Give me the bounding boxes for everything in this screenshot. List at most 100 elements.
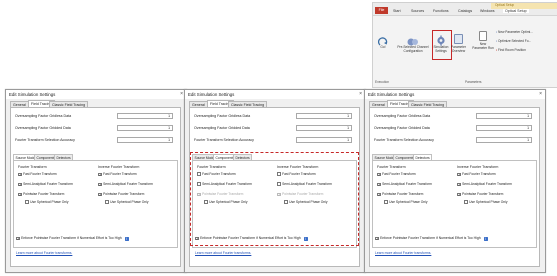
inverse-spherical-phase-checkbox[interactable]: Use Spherical Phase Only	[464, 200, 508, 205]
new-parameter-run-button[interactable]: New Parameter Run	[471, 42, 495, 50]
enforce-label: Enforce Pointwise Fourier Transform if N…	[380, 236, 481, 240]
info-icon[interactable]: i	[124, 236, 129, 241]
checkbox-unchecked	[105, 200, 109, 204]
ribbon-toolbar: Optical Setup File Start Sources Functio…	[372, 2, 557, 88]
checkbox-label: Use Spherical Phase Only	[110, 200, 149, 204]
fourier-transform-title: Fourier Transform	[18, 165, 47, 169]
ribbon-body: Go! Pre-Selected Channel Configuration S…	[373, 16, 557, 87]
inverse-semi-analytical-checkbox[interactable]: ✓Semi-Analytical Fourier Transform	[457, 182, 512, 187]
tab-optical-setup[interactable]: Optical Setup	[503, 9, 529, 13]
oversampling-gridless-label: Oversampling Factor Gridless Data	[194, 114, 251, 118]
checkbox-checked: ✓	[377, 172, 381, 177]
file-tab[interactable]: File	[375, 7, 388, 14]
oversampling-gridless-input[interactable]: 1	[476, 113, 532, 119]
inverse-fft-checkbox[interactable]: ✓Fast Fourier Transform	[98, 172, 137, 177]
fourier-accuracy-label: Fourier Transform Selection Accuracy	[374, 138, 434, 142]
checkbox-unchecked	[464, 200, 468, 204]
checkbox-label: Use Spherical Phase Only	[469, 200, 508, 204]
fourier-accuracy-input[interactable]: 1	[117, 137, 173, 143]
oversampling-gridded-input[interactable]: 1	[296, 125, 352, 131]
go-icon	[377, 34, 388, 46]
checkbox-label: Fast Fourier Transform	[462, 172, 496, 176]
oversampling-gridded-input[interactable]: 1	[117, 125, 173, 131]
inverse-spherical-phase-checkbox[interactable]: Use Spherical Phase Only	[105, 200, 149, 205]
checkbox-checked: ✓	[98, 192, 102, 197]
checkbox-unchecked	[25, 200, 29, 204]
checkbox-label: Use Spherical Phase Only	[389, 200, 428, 204]
fourier-options-panel: Fourier Transform Inverse Fourier Transf…	[13, 160, 178, 248]
new-parameter-optimization-item[interactable]: ▪ New Parameter Optimi...	[496, 30, 533, 34]
optimization-icon: ▪	[496, 30, 498, 34]
close-icon[interactable]: ×	[359, 90, 362, 99]
checkbox-checked: ✓	[18, 192, 22, 197]
learn-more-link[interactable]: Learn more about Fourier transforms.	[195, 251, 251, 255]
checkbox-label: Semi-Analytical Fourier Transform	[382, 182, 432, 186]
context-tab-label: Optical Setup	[495, 3, 515, 7]
new-parameter-optimization-label: New Parameter Optimi...	[498, 30, 533, 34]
info-icon[interactable]: i	[483, 236, 488, 241]
checkbox-label: Semi-Analytical Fourier Transform	[23, 182, 73, 186]
inverse-fft-checkbox[interactable]: ✓Fast Fourier Transform	[457, 172, 496, 177]
oversampling-gridded-label: Oversampling Factor Gridded Data	[15, 126, 71, 130]
checkbox-label: Semi-Analytical Fourier Transform	[103, 182, 153, 186]
tab-windows[interactable]: Windows	[480, 9, 495, 13]
learn-more-link[interactable]: Learn more about Fourier transforms.	[16, 251, 72, 255]
enforce-pointwise-checkbox[interactable]: ✓Enforce Pointwise Fourier Transform if …	[375, 236, 488, 241]
inverse-pointwise-checkbox[interactable]: ✓Pointwise Fourier Transform	[457, 192, 503, 197]
semi-analytical-checkbox[interactable]: ✓Semi-Analytical Fourier Transform	[377, 182, 432, 187]
checkbox-checked: ✓	[18, 182, 22, 187]
fft-checkbox[interactable]: ✓Fast Fourier Transform	[18, 172, 57, 177]
ribbon-tab-row: Optical Setup File Start Sources Functio…	[373, 3, 557, 16]
tab-catalogs[interactable]: Catalogs	[458, 9, 472, 13]
go-button[interactable]: Go!	[376, 45, 390, 49]
close-icon[interactable]: ×	[539, 90, 542, 99]
fourier-accuracy-input[interactable]: 1	[476, 137, 532, 143]
checkbox-label: Use Spherical Phase Only	[30, 200, 69, 204]
field-tracing-panel: Oversampling Factor Gridless Data 1 Over…	[369, 107, 540, 267]
checkbox-label: Pointwise Fourier Transform	[462, 192, 504, 196]
learn-more-link[interactable]: Learn more about Fourier transforms.	[375, 251, 431, 255]
close-icon[interactable]: ×	[180, 90, 183, 99]
settings-gear-icon	[436, 33, 446, 46]
oversampling-gridded-input[interactable]: 1	[476, 125, 532, 131]
checkbox-label: Pointwise Fourier Transform	[103, 192, 145, 196]
semi-analytical-checkbox[interactable]: ✓Semi-Analytical Fourier Transform	[18, 182, 73, 187]
find-room-position-item[interactable]: ▪ Find Room Position	[496, 48, 526, 52]
optimize-selected-item[interactable]: ▪ Optimize Selected Fo...	[496, 39, 531, 43]
oversampling-gridless-input[interactable]: 1	[296, 113, 352, 119]
pointwise-checkbox[interactable]: ✓Pointwise Fourier Transform	[377, 192, 423, 197]
tab-sources[interactable]: Sources	[411, 9, 424, 13]
dialog-title: Edit Simulation Settings	[185, 90, 365, 99]
edit-simulation-settings-dialog-1: Edit Simulation Settings × General Field…	[5, 89, 187, 273]
checkbox-label: Pointwise Fourier Transform	[23, 192, 65, 196]
fft-checkbox[interactable]: ✓Fast Fourier Transform	[377, 172, 416, 177]
inverse-pointwise-checkbox[interactable]: ✓Pointwise Fourier Transform	[98, 192, 144, 197]
spherical-phase-checkbox[interactable]: Use Spherical Phase Only	[384, 200, 428, 205]
group-label-execution: Execution	[375, 80, 389, 84]
oversampling-gridless-input[interactable]: 1	[117, 113, 173, 119]
checkbox-checked: ✓	[457, 172, 461, 177]
enforce-label: Enforce Pointwise Fourier Transform if N…	[21, 236, 122, 240]
inverse-fourier-title: Inverse Fourier Transform	[457, 165, 499, 169]
simulation-settings-button[interactable]: Simulation Settings	[433, 45, 449, 53]
enforce-pointwise-checkbox[interactable]: ✓Enforce Pointwise Fourier Transform if …	[16, 236, 129, 241]
fourier-accuracy-input[interactable]: 1	[296, 137, 352, 143]
pointwise-checkbox[interactable]: ✓Pointwise Fourier Transform	[18, 192, 64, 197]
parameter-overview-button[interactable]: Parameter Overview	[450, 45, 467, 53]
field-tracing-panel: Oversampling Factor Gridless Data 1 Over…	[10, 107, 181, 267]
components-highlight-box	[190, 152, 359, 246]
spherical-phase-checkbox[interactable]: Use Spherical Phase Only	[25, 200, 69, 205]
fourier-transform-title: Fourier Transform	[377, 165, 406, 169]
checkbox-checked: ✓	[18, 172, 22, 177]
checkbox-label: Fast Fourier Transform	[23, 172, 57, 176]
channel-configuration-icon	[407, 34, 419, 46]
checkbox-checked: ✓	[98, 172, 102, 177]
oversampling-gridless-label: Oversampling Factor Gridless Data	[374, 114, 431, 118]
tab-start[interactable]: Start	[393, 9, 401, 13]
preselected-channel-configuration-button[interactable]: Pre-Selected Channel Configuration	[393, 45, 433, 53]
inverse-semi-analytical-checkbox[interactable]: ✓Semi-Analytical Fourier Transform	[98, 182, 153, 187]
edit-simulation-settings-dialog-3: Edit Simulation Settings × General Field…	[364, 89, 546, 273]
checkbox-checked: ✓	[377, 182, 381, 187]
parameter-overview-icon	[454, 34, 463, 44]
tab-functions[interactable]: Functions	[433, 9, 449, 13]
